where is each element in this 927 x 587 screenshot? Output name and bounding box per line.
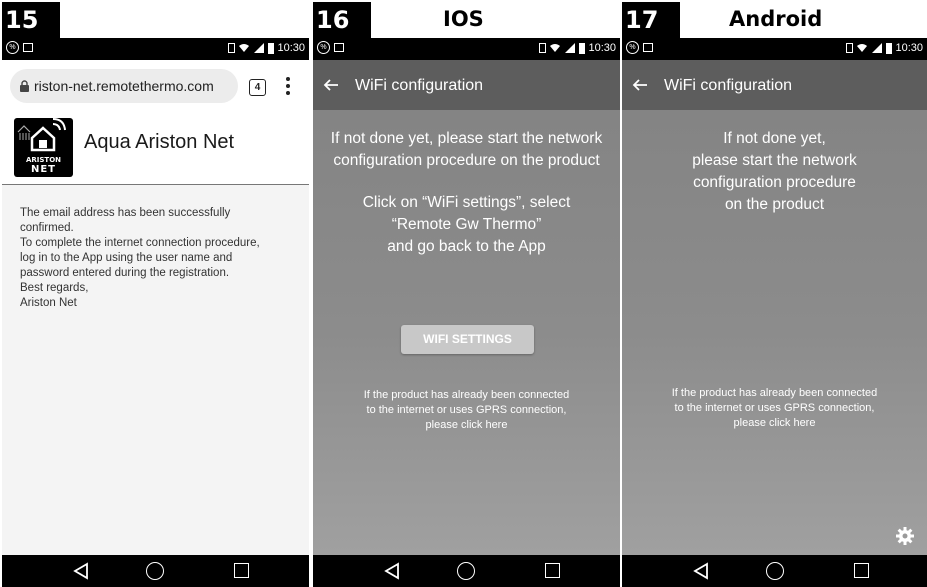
house-wifi-icon (17, 118, 66, 152)
home-icon[interactable] (766, 562, 784, 580)
back-icon[interactable] (692, 562, 710, 580)
panel-17-android-wifi: 17 Android % 10:30 WiFi configuration If… (622, 0, 927, 587)
gear-icon[interactable] (895, 526, 915, 546)
back-arrow-icon[interactable] (632, 77, 648, 93)
android-nav-bar (2, 555, 309, 587)
app-bar-title: WiFi configuration (355, 77, 484, 94)
recent-apps-icon[interactable] (854, 563, 869, 578)
battery-icon (268, 42, 275, 54)
cell-signal-icon (254, 43, 265, 53)
back-arrow-icon[interactable] (323, 77, 339, 93)
wifi-signal-icon (857, 44, 868, 52)
android-nav-bar (313, 555, 620, 587)
vibrate-icon (539, 43, 547, 53)
site-header: ARISTON NET Aqua Ariston Net (2, 112, 309, 185)
panel-header: 15 (2, 0, 309, 38)
panel-16-ios-wifi: 16 IOS % 10:30 WiFi configuration If not… (313, 0, 620, 587)
status-bar: % 10:30 (622, 38, 927, 60)
browser-content: riston-net.remotethermo.com 4 ARISTON NE… (2, 60, 309, 555)
app-bar: WiFi configuration (622, 60, 927, 110)
vibrate-icon (846, 43, 854, 53)
step-number: 17 (622, 2, 680, 38)
lock-icon (20, 80, 29, 92)
already-connected-link[interactable]: If the product has already been connecte… (313, 388, 620, 433)
status-time: 10:30 (277, 42, 305, 54)
image-notification-icon (334, 43, 344, 52)
url-text: riston-net.remotethermo.com (34, 78, 214, 94)
battery-icon (886, 42, 893, 54)
intro-text: If not done yet, please start the networ… (692, 130, 857, 213)
battery-icon (579, 42, 586, 54)
back-icon[interactable] (383, 562, 401, 580)
already-connected-link[interactable]: If the product has already been connecte… (622, 386, 927, 431)
notification-icon: % (626, 41, 639, 54)
back-icon[interactable] (72, 562, 90, 580)
panel-header: 17 Android (622, 0, 927, 38)
status-bar: % 10:30 (2, 38, 309, 60)
notification-icon: % (317, 41, 330, 54)
recent-apps-icon[interactable] (545, 563, 560, 578)
confirmation-message: The email address has been successfully … (20, 207, 260, 309)
android-nav-bar (622, 555, 927, 587)
wifi-config-screen: WiFi configuration If not done yet, plea… (622, 60, 927, 555)
browser-toolbar: riston-net.remotethermo.com 4 (2, 60, 309, 112)
more-options-icon[interactable] (286, 77, 290, 97)
wifi-signal-icon (550, 44, 561, 52)
app-bar: WiFi configuration (313, 60, 620, 110)
step-number: 15 (2, 2, 60, 38)
ariston-net-logo: ARISTON NET (14, 118, 73, 177)
image-notification-icon (643, 43, 653, 52)
wifi-settings-button[interactable]: WIFI SETTINGS (401, 325, 534, 354)
status-bar: % 10:30 (313, 38, 620, 60)
address-bar[interactable]: riston-net.remotethermo.com (10, 69, 238, 103)
home-icon[interactable] (457, 562, 475, 580)
panel-header: 16 IOS (313, 0, 620, 38)
wifi-signal-icon (239, 44, 250, 52)
tab-switcher-button[interactable]: 4 (249, 79, 266, 96)
notification-icon: % (6, 41, 19, 54)
instructions-text: Click on “WiFi settings”, select “Remote… (362, 194, 571, 255)
panel-title: IOS (443, 7, 484, 31)
panel-title: Android (729, 7, 823, 31)
status-time: 10:30 (895, 42, 923, 54)
vibrate-icon (228, 43, 236, 53)
cell-signal-icon (872, 43, 883, 53)
home-icon[interactable] (146, 562, 164, 580)
site-title: Aqua Ariston Net (84, 131, 235, 153)
recent-apps-icon[interactable] (234, 563, 249, 578)
wifi-config-screen: WiFi configuration If not done yet, plea… (313, 60, 620, 555)
image-notification-icon (23, 43, 33, 52)
intro-text: If not done yet, please start the networ… (330, 130, 603, 169)
step-number: 16 (313, 2, 371, 38)
status-time: 10:30 (588, 42, 616, 54)
app-bar-title: WiFi configuration (664, 77, 793, 94)
cell-signal-icon (565, 43, 576, 53)
panel-15-browser: 15 % 10:30 riston-net.remotethermo.com 4 (2, 0, 309, 587)
